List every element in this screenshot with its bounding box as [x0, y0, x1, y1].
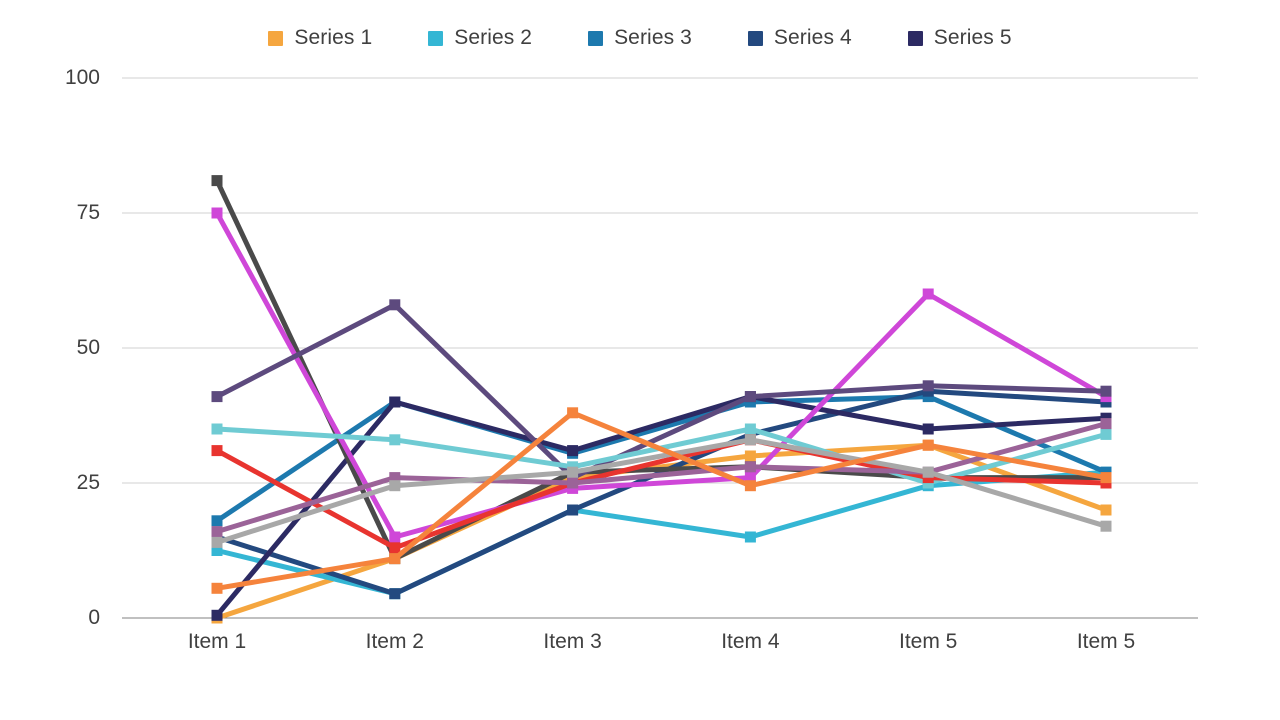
data-point-marker[interactable] — [744, 434, 756, 446]
data-point-marker[interactable] — [211, 515, 223, 527]
data-point-marker[interactable] — [1100, 428, 1112, 440]
data-point-marker[interactable] — [744, 461, 756, 473]
data-point-marker[interactable] — [567, 466, 579, 478]
x-tick-label: Item 1 — [187, 630, 247, 653]
data-point-marker[interactable] — [744, 450, 756, 462]
data-point-marker[interactable] — [389, 542, 401, 554]
line-chart: Series 1 Series 2 Series 3 Series 4 Series 5… — [0, 0, 1280, 720]
x-tick-label: Item 2 — [365, 630, 424, 653]
x-tick-label: Item 5 — [899, 630, 958, 653]
series-lines — [211, 175, 1112, 624]
data-point-marker[interactable] — [922, 423, 934, 435]
series-line[interactable] — [211, 391, 1112, 621]
data-point-marker[interactable] — [567, 445, 579, 457]
series-line[interactable] — [211, 175, 1112, 565]
y-tick-label: 50 — [76, 336, 100, 359]
data-point-marker[interactable] — [389, 588, 401, 600]
data-point-marker[interactable] — [211, 445, 223, 457]
data-point-marker[interactable] — [211, 582, 223, 594]
data-point-marker[interactable] — [211, 391, 223, 403]
data-point-marker[interactable] — [922, 466, 934, 478]
data-point-marker[interactable] — [744, 480, 756, 492]
x-tick-label: Item 5 — [1076, 630, 1136, 653]
data-point-marker[interactable] — [211, 175, 223, 187]
data-point-marker[interactable] — [1100, 504, 1112, 516]
data-point-marker[interactable] — [211, 423, 223, 435]
data-point-marker[interactable] — [1100, 418, 1112, 430]
data-point-marker[interactable] — [1100, 520, 1112, 532]
data-point-marker[interactable] — [389, 434, 401, 446]
data-point-marker[interactable] — [211, 526, 223, 538]
data-point-marker[interactable] — [922, 380, 934, 392]
data-point-marker[interactable] — [1100, 472, 1112, 484]
data-point-marker[interactable] — [389, 396, 401, 408]
y-tick-label: 25 — [76, 471, 100, 494]
data-point-marker[interactable] — [922, 439, 934, 451]
data-point-marker[interactable] — [389, 553, 401, 565]
y-tick-label: 75 — [76, 201, 100, 224]
data-point-marker[interactable] — [211, 207, 223, 219]
data-point-marker[interactable] — [744, 423, 756, 435]
data-point-marker[interactable] — [211, 536, 223, 548]
series-polyline — [214, 211, 1108, 540]
data-point-marker[interactable] — [211, 609, 223, 621]
plot-area: 0 25 50 75 100 Item 1 Item 2 Item 3 Item 4 Item … — [0, 0, 1280, 720]
data-point-marker[interactable] — [567, 407, 579, 419]
x-tick-label: Item 4 — [721, 630, 780, 653]
y-tick-label: 100 — [64, 66, 100, 89]
x-tick-label: Item 3 — [543, 630, 602, 653]
data-point-marker[interactable] — [567, 477, 579, 489]
y-tick-label: 0 — [88, 606, 100, 629]
data-point-marker[interactable] — [567, 504, 579, 516]
data-point-marker[interactable] — [389, 480, 401, 492]
plot-svg — [122, 77, 1198, 624]
data-point-marker[interactable] — [389, 531, 401, 543]
data-point-marker[interactable] — [389, 299, 401, 311]
data-point-marker[interactable] — [744, 391, 756, 403]
data-point-marker[interactable] — [922, 288, 934, 300]
data-point-marker[interactable] — [1100, 385, 1112, 397]
data-point-marker[interactable] — [744, 531, 756, 543]
